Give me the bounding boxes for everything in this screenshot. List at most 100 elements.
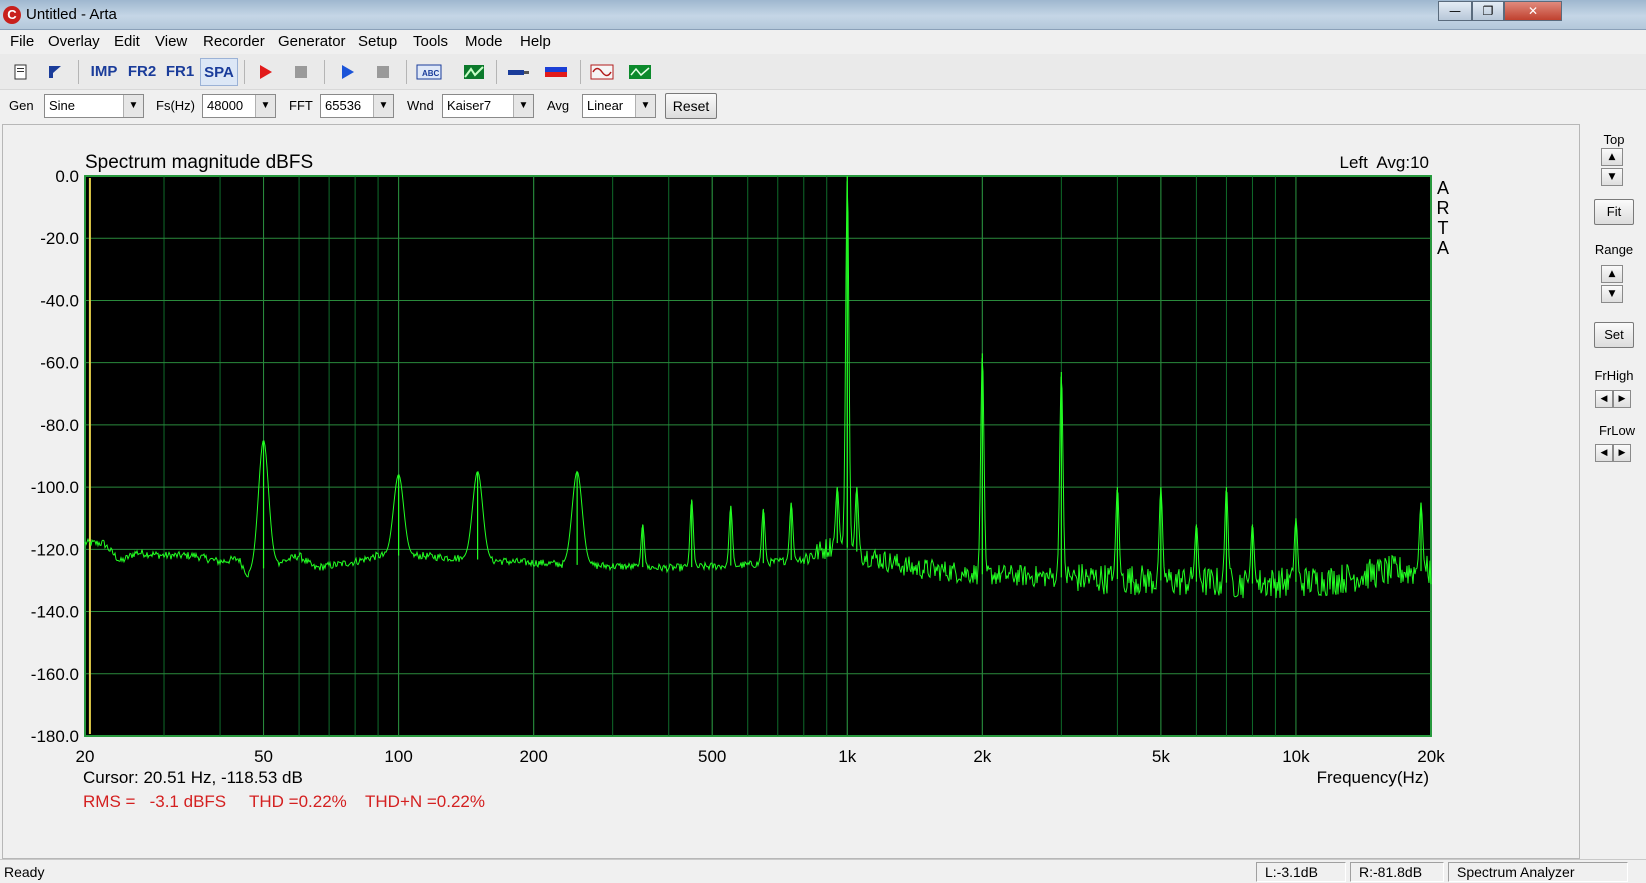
frhigh-right-button[interactable]: ▶ xyxy=(1613,390,1631,408)
chevron-down-icon[interactable]: ▼ xyxy=(123,95,143,117)
fs-select[interactable]: 48000 ▼ xyxy=(202,94,276,118)
menu-edit[interactable]: Edit xyxy=(114,33,140,50)
frlow-label: FrLow xyxy=(1598,423,1636,438)
avg-select[interactable]: Linear ▼ xyxy=(582,94,656,118)
fs-value: 48000 xyxy=(207,98,244,113)
cursor-readout: Cursor: 20.51 Hz, -118.53 dB xyxy=(83,768,303,787)
fit-button[interactable]: Fit xyxy=(1594,199,1634,225)
impulse-mode-button[interactable]: IMP xyxy=(86,58,122,86)
stop-icon[interactable] xyxy=(288,58,314,86)
chevron-down-icon[interactable]: ▼ xyxy=(255,95,275,117)
stop-icon[interactable] xyxy=(370,58,396,86)
range-up-button[interactable]: ▲ xyxy=(1601,265,1623,283)
gen-value: Sine xyxy=(49,98,76,113)
play-icon[interactable] xyxy=(334,58,360,86)
overlay-icon[interactable] xyxy=(460,58,488,86)
chevron-down-icon[interactable]: ▼ xyxy=(373,95,393,117)
top-up-button[interactable]: ▲ xyxy=(1601,148,1623,166)
wnd-value: Kaiser7 xyxy=(447,98,492,113)
toolbar-separator xyxy=(406,60,407,84)
minimize-button[interactable]: — xyxy=(1438,1,1472,21)
reset-button[interactable]: Reset xyxy=(665,93,717,119)
rms-readout: RMS = -3.1 dBFS xyxy=(83,792,226,811)
parameter-bar: Gen Sine ▼ Fs(Hz) 48000 ▼ FFT 65536 ▼ Wnd K… xyxy=(0,90,1646,122)
spectrum-plot-area[interactable]: Spectrum magnitude dBFS Left Avg:10 0.0 -… xyxy=(2,124,1580,859)
label-icon[interactable]: ABC xyxy=(414,58,444,86)
wnd-label: Wnd xyxy=(407,98,434,113)
svg-text:ABC: ABC xyxy=(422,69,440,78)
gen-label: Gen xyxy=(9,98,34,113)
wnd-select[interactable]: Kaiser7 ▼ xyxy=(442,94,534,118)
y-tick-label: 0.0 xyxy=(55,167,79,186)
restore-button[interactable]: ❐ xyxy=(1472,1,1504,21)
top-down-button[interactable]: ▼ xyxy=(1601,168,1623,186)
toolbar-separator xyxy=(580,60,581,84)
fft-value: 65536 xyxy=(325,98,362,113)
chart-title: Spectrum magnitude dBFS xyxy=(85,152,313,173)
x-tick-label: 500 xyxy=(698,747,726,766)
record-icon[interactable] xyxy=(252,58,278,86)
fs-label: Fs(Hz) xyxy=(156,98,195,113)
arta-icon[interactable]: C xyxy=(3,6,21,24)
right-level: R:-81.8dB xyxy=(1350,862,1444,882)
toolbar-separator xyxy=(78,60,79,84)
toolbar-separator xyxy=(496,60,497,84)
open-file-icon[interactable] xyxy=(42,58,68,86)
x-tick-label: 20 xyxy=(76,747,95,766)
menu-overlay[interactable]: Overlay xyxy=(48,33,100,50)
scope-icon[interactable] xyxy=(626,58,654,86)
y-tick-label: -160.0 xyxy=(31,665,79,684)
color-icon[interactable] xyxy=(542,58,570,86)
chevron-down-icon[interactable]: ▼ xyxy=(513,95,533,117)
menu-recorder[interactable]: Recorder xyxy=(203,33,265,50)
signal-icon[interactable] xyxy=(588,58,616,86)
mode-indicator: Spectrum Analyzer xyxy=(1448,862,1628,882)
menu-setup[interactable]: Setup xyxy=(358,33,397,50)
channel-info: Left Avg:10 xyxy=(1340,153,1429,172)
left-level: L:-3.1dB xyxy=(1256,862,1346,882)
avg-label: Avg xyxy=(547,98,570,113)
fft-select[interactable]: 65536 ▼ xyxy=(320,94,394,118)
x-tick-label: 50 xyxy=(254,747,273,766)
x-tick-label: 5k xyxy=(1152,747,1170,766)
y-tick-label: -40.0 xyxy=(40,291,79,310)
y-tick-label: -140.0 xyxy=(31,603,79,622)
arta-watermark-letter: T xyxy=(1438,218,1449,238)
x-tick-label: 100 xyxy=(384,747,412,766)
menu-bar: File Overlay Edit View Recorder Generato… xyxy=(0,30,1646,54)
fr1-mode-button[interactable]: FR1 xyxy=(162,58,198,86)
chevron-down-icon[interactable]: ▼ xyxy=(635,95,655,117)
title-bar: C Untitled - Arta — ❐ ✕ xyxy=(0,0,1646,30)
arta-watermark-letter: R xyxy=(1437,198,1450,218)
avg-value: Linear xyxy=(587,98,624,113)
set-button[interactable]: Set xyxy=(1594,322,1634,348)
status-bar: Ready L:-3.1dB R:-81.8dB Spectrum Analyz… xyxy=(0,859,1646,883)
spectrum-chart[interactable]: Spectrum magnitude dBFS Left Avg:10 0.0 -… xyxy=(3,125,1581,860)
spa-mode-button[interactable]: SPA xyxy=(200,58,238,86)
menu-mode[interactable]: Mode xyxy=(465,33,503,50)
fft-label: FFT xyxy=(289,98,313,113)
window-title: Untitled - Arta xyxy=(26,6,117,23)
frhigh-label: FrHigh xyxy=(1594,368,1634,383)
menu-generator[interactable]: Generator xyxy=(278,33,346,50)
gen-select[interactable]: Sine ▼ xyxy=(44,94,144,118)
status-ready: Ready xyxy=(4,864,45,880)
range-down-button[interactable]: ▼ xyxy=(1601,285,1623,303)
menu-file[interactable]: File xyxy=(10,33,34,50)
menu-view[interactable]: View xyxy=(155,33,187,50)
y-tick-label: -120.0 xyxy=(31,540,79,559)
range-label: Range xyxy=(1594,242,1634,257)
thdn-readout: THD+N =0.22% xyxy=(365,792,485,811)
close-button[interactable]: ✕ xyxy=(1504,1,1562,21)
new-file-icon[interactable] xyxy=(8,58,34,86)
frlow-left-button[interactable]: ◀ xyxy=(1595,444,1613,462)
frhigh-left-button[interactable]: ◀ xyxy=(1595,390,1613,408)
fr2-mode-button[interactable]: FR2 xyxy=(124,58,160,86)
x-axis-label: Frequency(Hz) xyxy=(1317,768,1429,787)
menu-tools[interactable]: Tools xyxy=(413,33,448,50)
probe-icon[interactable] xyxy=(504,58,532,86)
plot-background[interactable] xyxy=(84,175,1432,737)
top-label: Top xyxy=(1603,132,1625,147)
frlow-right-button[interactable]: ▶ xyxy=(1613,444,1631,462)
menu-help[interactable]: Help xyxy=(520,33,551,50)
